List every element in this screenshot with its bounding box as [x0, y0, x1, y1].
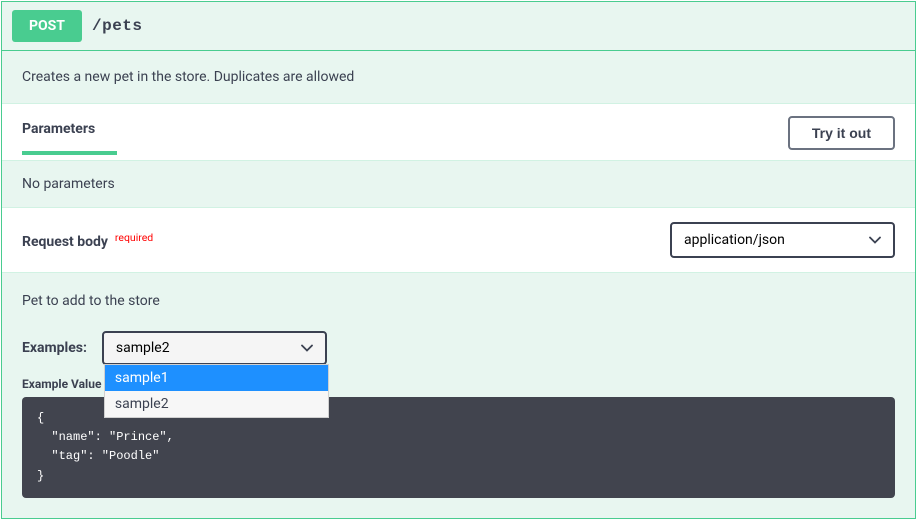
content-type-value: application/json [684, 232, 785, 248]
operation-header[interactable]: POST /pets [2, 2, 915, 51]
method-badge: POST [12, 10, 82, 42]
parameters-title: Parameters [22, 121, 95, 145]
operation-block: POST /pets Creates a new pet in the stor… [1, 1, 916, 519]
examples-select[interactable]: sample2 sample1sample2 [102, 331, 327, 365]
parameters-content: No parameters [2, 161, 915, 207]
request-body-section: Pet to add to the store Examples: sample… [2, 273, 915, 518]
examples-dropdown: sample1sample2 [104, 364, 329, 418]
parameters-header: Parameters Try it out [2, 103, 915, 161]
operation-description: Creates a new pet in the store. Duplicat… [2, 51, 915, 103]
chevron-down-icon [869, 236, 881, 244]
examples-label: Examples: [22, 340, 87, 356]
request-body-title: Request body [22, 234, 108, 250]
content-type-select[interactable]: application/json [670, 222, 895, 258]
dropdown-option[interactable]: sample2 [105, 391, 328, 417]
request-body-title-wrapper: Request body required [22, 231, 153, 250]
chevron-down-icon [301, 344, 313, 352]
required-tag: required [115, 231, 153, 244]
examples-row: Examples: sample2 sample1sample2 [22, 331, 895, 365]
try-it-out-button[interactable]: Try it out [788, 116, 895, 150]
request-body-description: Pet to add to the store [22, 293, 895, 309]
examples-selected-value: sample2 [116, 340, 170, 356]
dropdown-option[interactable]: sample1 [105, 365, 328, 391]
operation-path: /pets [92, 17, 143, 35]
request-body-header: Request body required application/json [2, 207, 915, 273]
